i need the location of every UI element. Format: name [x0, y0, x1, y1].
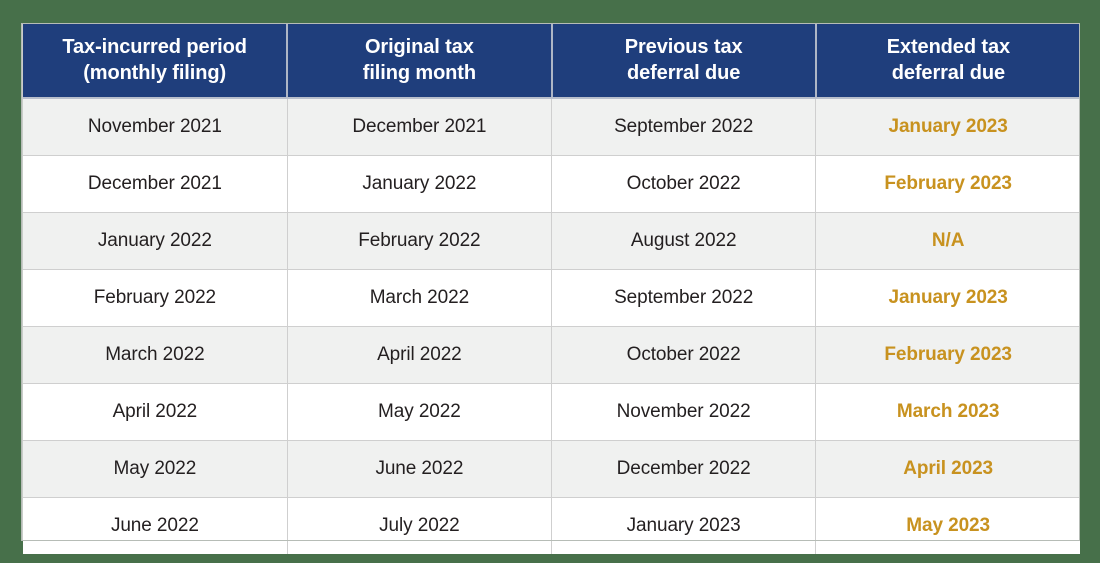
cell-original-filing-month: April 2022: [287, 326, 553, 384]
cell-original-filing-month: March 2022: [287, 269, 553, 327]
column-header-line1: Extended tax: [886, 35, 1011, 58]
cell-extended-deferral-due: April 2023: [815, 440, 1080, 498]
cell-original-filing-month: February 2022: [287, 212, 553, 270]
table-row: June 2022 July 2022 January 2023 May 202…: [23, 497, 1080, 554]
table-row: November 2021 December 2021 September 20…: [23, 98, 1080, 156]
column-header-line1: Original tax: [364, 35, 474, 58]
column-header-line1: Tax-incurred period: [62, 35, 247, 58]
tax-deferral-table-container: Tax-incurred period (monthly filing) Ori…: [22, 24, 1080, 554]
cell-tax-incurred-period: December 2021: [23, 155, 288, 213]
column-header-line1: Previous tax: [624, 35, 743, 58]
cell-previous-deferral-due: January 2023: [551, 497, 817, 554]
table-header: Tax-incurred period (monthly filing) Ori…: [23, 24, 1080, 99]
cell-original-filing-month: January 2022: [287, 155, 553, 213]
table-row: May 2022 June 2022 December 2022 April 2…: [23, 440, 1080, 498]
tax-deferral-table: Tax-incurred period (monthly filing) Ori…: [23, 24, 1080, 554]
cell-extended-deferral-due: N/A: [815, 212, 1080, 270]
table-row: April 2022 May 2022 November 2022 March …: [23, 383, 1080, 441]
cell-previous-deferral-due: August 2022: [551, 212, 817, 270]
column-header-extended-tax-deferral-due: Extended tax deferral due: [815, 24, 1080, 99]
column-header-line2: (monthly filing): [83, 61, 227, 84]
cell-extended-deferral-due: February 2023: [815, 155, 1080, 213]
cell-original-filing-month: May 2022: [287, 383, 553, 441]
column-header-previous-tax-deferral-due: Previous tax deferral due: [551, 24, 817, 99]
cell-original-filing-month: June 2022: [287, 440, 553, 498]
cell-extended-deferral-due: January 2023: [815, 269, 1080, 327]
cell-tax-incurred-period: June 2022: [23, 497, 288, 554]
table-row: March 2022 April 2022 October 2022 Febru…: [23, 326, 1080, 384]
cell-previous-deferral-due: October 2022: [551, 155, 817, 213]
column-header-line2: filing month: [362, 61, 476, 84]
cell-tax-incurred-period: March 2022: [23, 326, 288, 384]
table-header-row: Tax-incurred period (monthly filing) Ori…: [23, 24, 1080, 99]
cell-extended-deferral-due: January 2023: [815, 98, 1080, 156]
cell-previous-deferral-due: November 2022: [551, 383, 817, 441]
cell-extended-deferral-due: March 2023: [815, 383, 1080, 441]
table-row: January 2022 February 2022 August 2022 N…: [23, 212, 1080, 270]
cell-previous-deferral-due: September 2022: [551, 269, 817, 327]
cell-previous-deferral-due: December 2022: [551, 440, 817, 498]
column-header-original-tax-filing-month: Original tax filing month: [287, 24, 553, 99]
cell-tax-incurred-period: November 2021: [23, 98, 288, 156]
cell-extended-deferral-due: May 2023: [815, 497, 1080, 554]
cell-previous-deferral-due: September 2022: [551, 98, 817, 156]
page-background: Tax-incurred period (monthly filing) Ori…: [0, 0, 1100, 563]
column-header-line2: deferral due: [626, 61, 741, 84]
table-row: February 2022 March 2022 September 2022 …: [23, 269, 1080, 327]
cell-original-filing-month: July 2022: [287, 497, 553, 554]
cell-original-filing-month: December 2021: [287, 98, 553, 156]
cell-tax-incurred-period: January 2022: [23, 212, 288, 270]
cell-previous-deferral-due: October 2022: [551, 326, 817, 384]
table-body: November 2021 December 2021 September 20…: [23, 98, 1080, 554]
column-header-tax-incurred-period: Tax-incurred period (monthly filing): [23, 24, 289, 99]
cell-tax-incurred-period: May 2022: [23, 440, 288, 498]
table-row: December 2021 January 2022 October 2022 …: [23, 155, 1080, 213]
cell-tax-incurred-period: February 2022: [23, 269, 288, 327]
column-header-line2: deferral due: [891, 61, 1006, 84]
cell-extended-deferral-due: February 2023: [815, 326, 1080, 384]
cell-tax-incurred-period: April 2022: [23, 383, 288, 441]
